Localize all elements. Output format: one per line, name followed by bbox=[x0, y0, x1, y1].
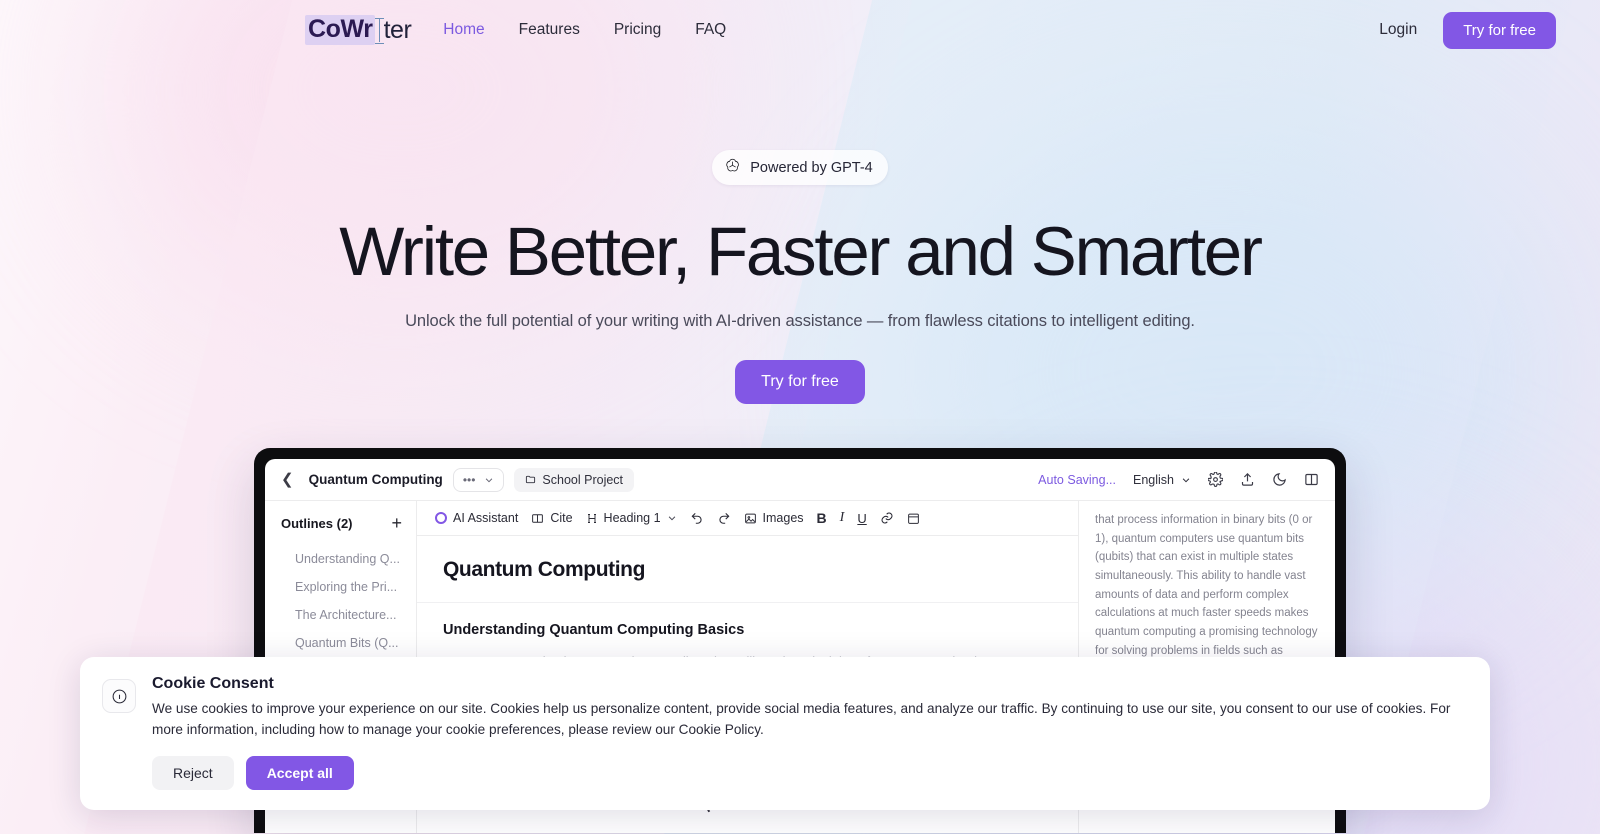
app-topbar-actions: Auto Saving... English bbox=[1038, 472, 1319, 488]
autosave-status: Auto Saving... bbox=[1038, 472, 1116, 487]
powered-by-badge-label: Powered by GPT-4 bbox=[750, 159, 873, 176]
document-heading: Quantum Computing bbox=[417, 536, 1078, 604]
outlines-header: Outlines (2) + bbox=[265, 514, 416, 532]
redo-icon[interactable] bbox=[717, 511, 731, 525]
hero-title: Write Better, Faster and Smarter bbox=[339, 213, 1263, 290]
logo-rest-text: ter bbox=[383, 15, 412, 44]
cookie-consent-text: We use cookies to improve your experienc… bbox=[152, 701, 1451, 737]
hero-subtitle: Unlock the full potential of your writin… bbox=[405, 312, 1195, 331]
underline-icon[interactable]: U bbox=[857, 511, 866, 526]
nav-item-features[interactable]: Features bbox=[519, 21, 580, 39]
hero-section: Powered by GPT-4 Write Better, Faster an… bbox=[0, 60, 1600, 405]
language-selector[interactable]: English bbox=[1133, 473, 1191, 487]
text-cursor-icon bbox=[374, 17, 384, 44]
italic-icon[interactable]: I bbox=[840, 510, 845, 526]
link-icon[interactable] bbox=[880, 511, 894, 525]
main-nav: Home Features Pricing FAQ bbox=[443, 21, 726, 39]
nav-item-home[interactable]: Home bbox=[443, 21, 484, 39]
hero-try-for-free-button[interactable]: Try for free bbox=[735, 360, 865, 405]
heading-select[interactable]: Heading 1 bbox=[586, 511, 677, 525]
outline-item[interactable]: Exploring the Pri... bbox=[265, 573, 416, 601]
chevron-down-icon bbox=[1182, 478, 1190, 482]
login-link[interactable]: Login bbox=[1379, 21, 1417, 39]
cite-label: Cite bbox=[550, 511, 573, 526]
heading-icon bbox=[587, 513, 596, 523]
powered-by-badge: Powered by GPT-4 bbox=[712, 150, 888, 185]
header-actions: Login Try for free bbox=[1379, 11, 1556, 49]
cookie-consent-content: Cookie Consent We use cookies to improve… bbox=[152, 675, 1468, 791]
document-section-heading: Understanding Quantum Computing Basics bbox=[443, 622, 745, 639]
outline-item[interactable]: The Architecture... bbox=[265, 601, 416, 629]
ai-assistant-label: AI Assistant bbox=[453, 511, 519, 526]
document-more-menu[interactable]: ••• bbox=[452, 467, 505, 492]
outlines-title: Outlines (2) bbox=[281, 515, 353, 531]
chevron-left-icon[interactable]: ❮ bbox=[281, 472, 294, 487]
editor-toolbar: AI Assistant Cite Heading 1 Images B I U bbox=[417, 501, 1078, 537]
language-selector-label: English bbox=[1133, 472, 1174, 487]
more-dots-label: ••• bbox=[462, 472, 476, 487]
landing-page: CoWr ter Home Features Pricing FAQ Login… bbox=[0, 0, 1600, 834]
cookie-consent-banner: Cookie Consent We use cookies to improve… bbox=[80, 657, 1490, 811]
heading-select-label: Heading 1 bbox=[603, 511, 661, 526]
header-try-for-free-button[interactable]: Try for free bbox=[1443, 11, 1556, 49]
undo-icon[interactable] bbox=[690, 511, 704, 525]
reject-cookies-button[interactable]: Reject bbox=[152, 756, 234, 791]
nav-item-faq[interactable]: FAQ bbox=[695, 21, 726, 39]
moon-icon[interactable] bbox=[1272, 472, 1287, 487]
info-circle-icon bbox=[102, 679, 136, 713]
site-header: CoWr ter Home Features Pricing FAQ Login… bbox=[0, 0, 1600, 60]
book-icon bbox=[532, 513, 544, 523]
accept-all-cookies-button[interactable]: Accept all bbox=[245, 756, 354, 791]
app-document-title: Quantum Computing bbox=[308, 472, 443, 488]
logo-highlighted-text: CoWr bbox=[305, 15, 375, 45]
folder-icon bbox=[526, 475, 536, 484]
project-chip[interactable]: School Project bbox=[514, 467, 635, 492]
image-icon bbox=[744, 513, 756, 523]
app-topbar: ❮ Quantum Computing ••• School Project A… bbox=[265, 459, 1335, 502]
nav-item-pricing[interactable]: Pricing bbox=[614, 21, 661, 39]
gear-icon[interactable] bbox=[1208, 472, 1223, 488]
images-button[interactable]: Images bbox=[744, 511, 804, 525]
chevron-down-icon bbox=[486, 478, 493, 482]
cite-button[interactable]: Cite bbox=[531, 511, 573, 526]
cookie-consent-actions: Reject Accept all bbox=[152, 756, 1468, 791]
bold-icon[interactable]: B bbox=[817, 510, 827, 526]
cookie-consent-title: Cookie Consent bbox=[152, 675, 274, 692]
project-chip-label: School Project bbox=[542, 472, 624, 487]
ai-assistant-button[interactable]: AI Assistant bbox=[435, 511, 518, 525]
share-upload-icon[interactable] bbox=[1240, 472, 1255, 487]
chevron-down-icon bbox=[668, 516, 675, 521]
images-label: Images bbox=[762, 511, 804, 526]
table-icon[interactable] bbox=[907, 512, 920, 525]
logo[interactable]: CoWr ter bbox=[305, 15, 412, 45]
outline-item[interactable]: Understanding Q... bbox=[265, 545, 416, 573]
split-panel-icon[interactable] bbox=[1304, 472, 1319, 487]
ai-circle-icon bbox=[435, 512, 447, 525]
openai-logo-icon bbox=[724, 157, 741, 178]
plus-icon[interactable]: + bbox=[391, 514, 402, 532]
outline-item[interactable]: Quantum Bits (Q... bbox=[265, 629, 416, 657]
